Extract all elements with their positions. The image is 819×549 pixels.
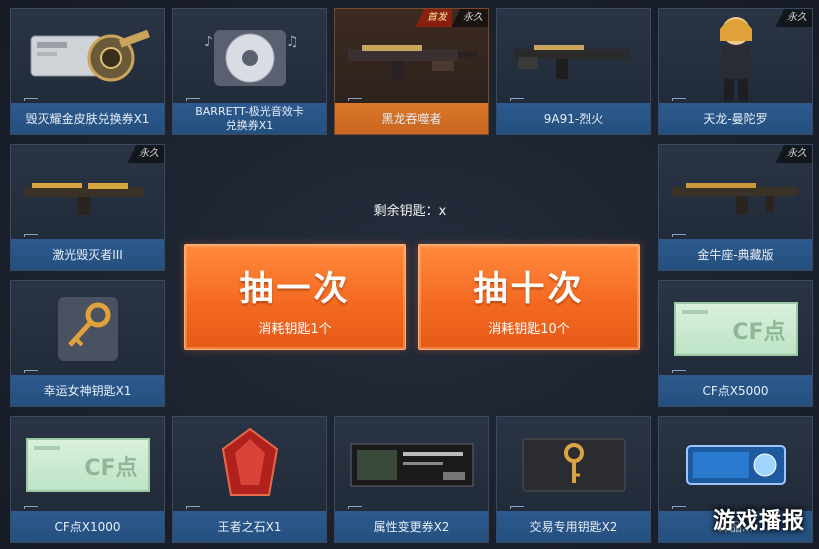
corner-tick: [186, 506, 200, 509]
reward-tile-10[interactable]: CF点 CF点X1000: [10, 416, 165, 543]
reward-label: 黑龙吞噬者: [335, 103, 488, 134]
reward-label: 属性变更券X2: [335, 511, 488, 542]
reward-tile-13[interactable]: 交易专用钥匙X2: [496, 416, 651, 543]
reward-label: 9A91-烈火: [497, 103, 650, 134]
corner-tick: [510, 506, 524, 509]
corner-tick: [672, 506, 686, 509]
corner-tick: [24, 234, 38, 237]
draw-once-button[interactable]: 抽一次 消耗钥匙1个: [184, 244, 406, 350]
key-icon: [497, 417, 650, 513]
reward-label: BARRETT-极光音效卡 兑换券X1: [173, 103, 326, 134]
gun-art: [335, 9, 488, 105]
reward-tile-11[interactable]: 王者之石X1: [172, 416, 327, 543]
music-disc-art: ♪ ♫: [173, 9, 326, 105]
corner-tick: [510, 98, 524, 101]
character-art: [659, 9, 812, 105]
reward-label: 毁灭耀金皮肤兑换券X1: [11, 103, 164, 134]
reward-label-line2: 兑换券X1: [225, 118, 274, 132]
skin-ticket-art: [11, 9, 164, 105]
reward-tile-9[interactable]: CF点 CF点X5000: [658, 280, 813, 407]
draw-ten-button[interactable]: 抽十次 消耗钥匙10个: [418, 244, 640, 350]
attribute-voucher-art: [335, 417, 488, 513]
gun-art: [659, 145, 812, 241]
cf-note-text: CF点: [732, 320, 786, 345]
cf-points-art: CF点: [11, 417, 164, 513]
reward-tile-5[interactable]: 永久 天龙-曼陀罗: [658, 8, 813, 135]
gem-icon: [173, 417, 326, 513]
draw-ten-cost: 消耗钥匙10个: [488, 322, 570, 337]
reward-tile-3[interactable]: 首发 永久 黑龙吞噬者: [334, 8, 489, 135]
reward-label: 天龙-曼陀罗: [659, 103, 812, 134]
remaining-keys-text: 剩余钥匙：x: [373, 204, 447, 219]
corner-tick: [24, 506, 38, 509]
corner-tick: [672, 98, 686, 101]
reward-label: CF点X1000: [11, 511, 164, 542]
draw-ten-title: 抽十次: [473, 269, 585, 309]
gun-art: [497, 9, 650, 105]
corner-tick: [186, 98, 200, 101]
reward-tile-6[interactable]: 永久 激光毁灭者III: [10, 144, 165, 271]
reward-label: CF点X5000: [659, 375, 812, 406]
reward-tile-8[interactable]: 幸运女神钥匙X1: [10, 280, 165, 407]
svg-text:♫: ♫: [286, 34, 299, 50]
reward-label: 交易专用钥匙X2: [497, 511, 650, 542]
reward-label-line1: BARRETT-极光音效卡: [195, 104, 304, 118]
watermark-text: 游戏播报: [712, 509, 805, 534]
corner-tick: [24, 98, 38, 101]
draw-once-cost: 消耗钥匙1个: [258, 322, 332, 337]
corner-tick: [24, 370, 38, 373]
svg-text:♪: ♪: [204, 34, 213, 50]
reward-label: 激光毁灭者III: [11, 239, 164, 270]
reward-label: 幸运女神钥匙X1: [11, 375, 164, 406]
reward-tile-1[interactable]: 毁灭耀金皮肤兑换券X1: [10, 8, 165, 135]
key-icon: [11, 281, 164, 377]
reward-label: 金牛座-典藏版: [659, 239, 812, 270]
ornament-card-art: [659, 417, 812, 513]
corner-tick: [348, 506, 362, 509]
gun-art: [11, 145, 164, 241]
corner-tick: [672, 370, 686, 373]
reward-label: 王者之石X1: [173, 511, 326, 542]
corner-tick: [672, 234, 686, 237]
cf-note-text: CF点: [84, 456, 138, 481]
reward-tile-12[interactable]: 属性变更券X2: [334, 416, 489, 543]
draw-once-title: 抽一次: [239, 269, 351, 309]
reward-tile-4[interactable]: 9A91-烈火: [496, 8, 651, 135]
cf-points-art: CF点: [659, 281, 812, 377]
lottery-panel: 毁灭耀金皮肤兑换券X1 ♪ ♫ BARRETT-极光音效卡 兑换券X1 首发 永久…: [0, 0, 819, 549]
reward-tile-7[interactable]: 永久 金牛座-典藏版: [658, 144, 813, 271]
reward-tile-2[interactable]: ♪ ♫ BARRETT-极光音效卡 兑换券X1: [172, 8, 327, 135]
corner-tick: [348, 98, 362, 101]
